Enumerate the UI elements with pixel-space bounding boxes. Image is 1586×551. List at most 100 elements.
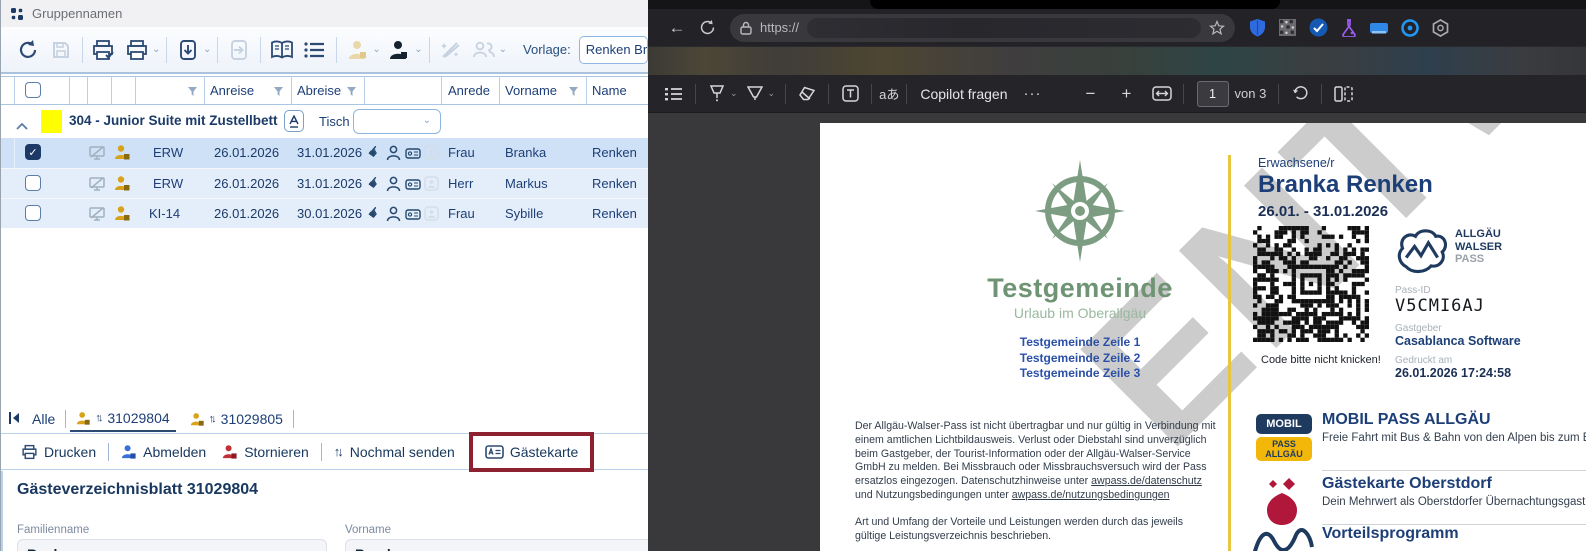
pixel-extension-icon[interactable] (1279, 19, 1296, 36)
mobil-badge-bottom: PASS ALLGÄU (1256, 437, 1312, 461)
rotate-icon[interactable] (1286, 81, 1314, 107)
export-download-button[interactable] (171, 35, 205, 65)
tab-31029804[interactable]: ↑↓ 31029804 (70, 406, 176, 432)
stornieren-button[interactable]: Stornieren (214, 444, 317, 460)
bookmarks-bar-blurred[interactable] (648, 46, 1586, 75)
eraser-icon[interactable] (793, 81, 821, 107)
zoom-in-button[interactable]: + (1114, 84, 1140, 104)
id-card-icon[interactable] (405, 178, 421, 193)
guest-person-button[interactable] (383, 35, 417, 65)
vorlage-input[interactable]: Renken Bra (578, 35, 648, 64)
check-extension-icon[interactable] (1309, 18, 1328, 37)
table-row[interactable]: ERW 26.01.2026 31.01.2026 ☛ Herr Markus … (1, 168, 649, 198)
nochmal-senden-button[interactable]: ↑↓ Nochmal senden (326, 444, 463, 460)
column-header-anrede[interactable]: Anrede (448, 83, 490, 98)
gemeinde-logo: Testgemeinde Urlaub im Oberallgäu (950, 158, 1210, 321)
awp-label: PASS (1455, 253, 1485, 265)
page-view-icon[interactable] (1329, 81, 1357, 107)
back-button[interactable]: ← (662, 14, 692, 42)
zoom-out-button[interactable]: − (1078, 84, 1104, 104)
row-checkbox[interactable]: ✓ (25, 144, 41, 160)
auto-letter-icon[interactable] (284, 110, 304, 132)
first-page-icon[interactable] (9, 411, 20, 427)
filter-icon[interactable] (187, 85, 198, 100)
vorname-input[interactable]: Branka (345, 539, 655, 551)
person-gold-icon (190, 412, 204, 426)
read-aloud-icon[interactable]: aあ (879, 84, 899, 103)
hand-pointer-icon[interactable]: ☛ (364, 202, 385, 223)
reload-button[interactable] (692, 14, 722, 42)
room-group-row[interactable]: 304 - Junior Suite mit Zustellbett Tisch… (1, 105, 649, 138)
address-bar[interactable]: https:// (730, 13, 1235, 42)
person-outline-icon[interactable] (386, 176, 401, 195)
abreise-date: 31.01.2026 (297, 145, 363, 160)
collapse-chevron-icon[interactable] (16, 118, 28, 133)
page-number-input[interactable]: 1 (1196, 80, 1229, 107)
screen: Gruppennamen ⌄ ⌄ ⌄ ⌄ ⌄ Vorlage: Renken B… (0, 0, 1586, 551)
favorite-star-icon[interactable] (1209, 19, 1225, 36)
highlighter-icon[interactable] (741, 81, 769, 107)
awp-logo: ALLGÄU WALSER PASS (1395, 228, 1502, 276)
tisch-dropdown[interactable]: ⌄ (353, 109, 441, 134)
shield-extension-icon[interactable] (1249, 18, 1266, 37)
tab-alle[interactable]: Alle (26, 406, 61, 432)
pdf-viewport[interactable]: ENTWURF Testgemeind (648, 113, 1586, 551)
person-gold-icon (114, 144, 131, 164)
person-outline-icon[interactable] (386, 145, 401, 164)
column-header-anreise[interactable]: Anreise (210, 83, 254, 98)
select-all-checkbox[interactable] (25, 82, 41, 98)
drucken-button[interactable]: Drucken (13, 444, 104, 460)
tab-31029805[interactable]: ↑↓ 31029805 (184, 406, 289, 432)
hand-pointer-icon[interactable]: ☛ (364, 141, 385, 162)
gaestekarte-button[interactable]: Gästekarte (485, 444, 578, 460)
print-button[interactable] (121, 35, 155, 65)
row-checkbox[interactable] (25, 205, 41, 221)
mobil-badge-line: ALLGÄU (1265, 449, 1303, 459)
print-check-button[interactable] (87, 35, 121, 65)
group-people-chevron[interactable]: ⌄ (499, 44, 507, 55)
book-button[interactable] (265, 35, 299, 65)
pen-tool-icon[interactable] (703, 81, 731, 107)
table-row[interactable]: KI-14 26.01.2026 30.01.2026 ☛ Frau Sybil… (1, 198, 649, 228)
column-header-abreise[interactable]: Abreise (297, 83, 341, 98)
familienname-input[interactable]: Renken (17, 539, 327, 551)
person-red-icon (223, 444, 237, 459)
gedruckt-value: 26.01.2026 17:24:58 (1395, 366, 1512, 380)
more-options-button[interactable]: ··· (1024, 85, 1042, 102)
column-header-vorname[interactable]: Vorname (505, 83, 557, 98)
guest-person2-chevron[interactable]: ⌄ (414, 44, 422, 55)
person-outline-icon[interactable] (386, 206, 401, 225)
id-card-icon[interactable] (405, 147, 421, 162)
id-card-icon[interactable] (405, 208, 421, 223)
send-document-button[interactable] (222, 35, 256, 65)
row-checkbox[interactable] (25, 175, 41, 191)
copilot-fragen-button[interactable]: Copilot fragen (920, 86, 1007, 102)
refresh-button[interactable] (11, 35, 45, 65)
ring-extension-icon[interactable] (1401, 18, 1419, 37)
guest-person-chevron[interactable]: ⌄ (372, 44, 380, 55)
list-button[interactable] (298, 35, 332, 65)
toc-icon[interactable] (660, 81, 688, 107)
magic-wand-button[interactable] (434, 35, 468, 65)
nutzungsbedingungen-link[interactable]: awpass.de/nutzungsbedingungen (1012, 489, 1170, 501)
settings-nut-icon[interactable] (1432, 18, 1449, 37)
group-people-button[interactable] (467, 35, 501, 65)
table-row[interactable]: ✓ ERW 26.01.2026 31.01.2026 ☛ Frau Brank… (1, 138, 649, 168)
save-button[interactable] (45, 35, 79, 65)
filter-icon[interactable] (273, 85, 284, 100)
text-tool-icon[interactable] (836, 81, 864, 107)
export-dropdown-chevron[interactable]: ⌄ (203, 44, 211, 55)
filter-icon[interactable] (346, 85, 357, 100)
filter-icon[interactable] (568, 85, 579, 100)
panel-extension-icon[interactable] (1370, 21, 1388, 35)
pen-dropdown-chevron[interactable]: ⌄ (730, 88, 738, 99)
flask-extension-icon[interactable] (1341, 18, 1357, 37)
fit-width-icon[interactable] (1148, 81, 1176, 107)
abmelden-button[interactable]: Abmelden (113, 444, 214, 460)
hand-pointer-icon[interactable]: ☛ (364, 172, 385, 193)
datenschutz-link[interactable]: awpass.de/datenschutz (1091, 475, 1202, 487)
column-header-name[interactable]: Name (592, 83, 627, 98)
guest-person-disabled-button[interactable] (341, 35, 375, 65)
highlighter-dropdown-chevron[interactable]: ⌄ (768, 88, 776, 99)
print-dropdown-chevron[interactable]: ⌄ (152, 44, 160, 55)
